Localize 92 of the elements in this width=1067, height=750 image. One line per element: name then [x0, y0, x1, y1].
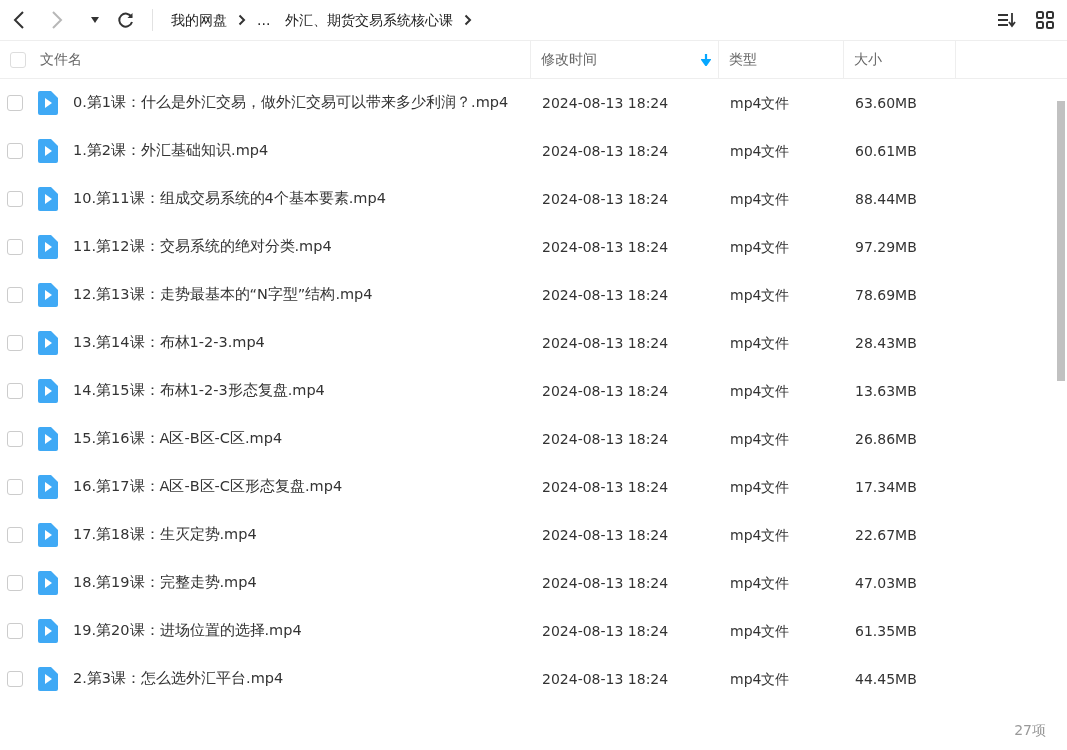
video-file-icon — [38, 187, 58, 211]
video-file-icon — [38, 235, 58, 259]
file-name[interactable]: 12.第13课：走势最基本的“N字型”结构.mp4 — [73, 284, 373, 306]
row-checkbox[interactable] — [7, 95, 23, 111]
row-checkbox[interactable] — [7, 479, 23, 495]
video-file-icon — [38, 619, 58, 643]
file-name[interactable]: 16.第17课：A区-B区-C区形态复盘.mp4 — [73, 476, 343, 498]
caret-down-icon[interactable] — [90, 16, 100, 24]
video-file-icon — [38, 139, 58, 163]
video-file-icon — [38, 331, 58, 355]
modified-time: 2024-08-13 18:24 — [541, 334, 669, 351]
file-type: mp4文件 — [729, 286, 790, 303]
row-checkbox[interactable] — [7, 143, 23, 159]
file-type: mp4文件 — [729, 238, 790, 255]
file-type: mp4文件 — [729, 574, 790, 591]
file-name[interactable]: 19.第20课：进场位置的选择.mp4 — [73, 620, 302, 642]
video-file-icon — [38, 475, 58, 499]
file-name[interactable]: 10.第11课：组成交易系统的4个基本要素.mp4 — [73, 188, 386, 210]
file-name[interactable]: 17.第18课：生灭定势.mp4 — [73, 524, 257, 546]
row-checkbox[interactable] — [7, 527, 23, 543]
row-checkbox[interactable] — [7, 287, 23, 303]
row-checkbox[interactable] — [7, 431, 23, 447]
breadcrumb-item[interactable]: ... — [253, 9, 275, 31]
video-file-icon — [38, 379, 58, 403]
column-header[interactable]: 大小 — [854, 49, 886, 70]
column-header[interactable]: 文件名 — [40, 49, 86, 70]
file-type: mp4文件 — [729, 94, 790, 111]
row-checkbox[interactable] — [7, 623, 23, 639]
file-type: mp4文件 — [729, 622, 790, 639]
file-size: 78.69MB — [854, 286, 917, 303]
modified-time: 2024-08-13 18:24 — [541, 622, 669, 639]
file-type: mp4文件 — [729, 430, 790, 447]
modified-time: 2024-08-13 18:24 — [541, 190, 669, 207]
file-size: 22.67MB — [854, 526, 917, 543]
select-all-checkbox[interactable] — [10, 51, 26, 68]
row-checkbox[interactable] — [7, 335, 23, 351]
row-checkbox[interactable] — [7, 239, 23, 255]
file-size: 88.44MB — [854, 190, 917, 207]
video-file-icon — [38, 667, 58, 691]
file-size: 63.60MB — [854, 94, 917, 111]
video-file-icon — [38, 571, 58, 595]
file-type: mp4文件 — [729, 670, 790, 687]
file-type: mp4文件 — [729, 142, 790, 159]
file-size: 97.29MB — [854, 238, 917, 255]
file-name[interactable]: 11.第12课：交易系统的绝对分类.mp4 — [73, 236, 332, 258]
file-size: 44.45MB — [854, 670, 917, 687]
modified-time: 2024-08-13 18:24 — [541, 382, 669, 399]
refresh-icon[interactable] — [117, 11, 135, 29]
file-name[interactable]: 2.第3课：怎么选外汇平台.mp4 — [73, 668, 284, 690]
modified-time: 2024-08-13 18:24 — [541, 286, 669, 303]
column-header[interactable]: 类型 — [729, 49, 761, 70]
file-type: mp4文件 — [729, 190, 790, 207]
row-checkbox[interactable] — [7, 191, 23, 207]
modified-time: 2024-08-13 18:24 — [541, 94, 669, 111]
modified-time: 2024-08-13 18:24 — [541, 574, 669, 591]
file-type: mp4文件 — [729, 334, 790, 351]
video-file-icon — [38, 91, 58, 115]
file-name[interactable]: 18.第19课：完整走势.mp4 — [73, 572, 257, 594]
modified-time: 2024-08-13 18:24 — [541, 670, 669, 687]
modified-time: 2024-08-13 18:24 — [541, 238, 669, 255]
modified-time: 2024-08-13 18:24 — [541, 478, 669, 495]
chevron-icon — [464, 14, 473, 26]
modified-time: 2024-08-13 18:24 — [541, 526, 669, 543]
chevron-left-icon[interactable] — [12, 10, 26, 30]
column-header[interactable]: 修改时间 — [541, 49, 601, 70]
row-checkbox[interactable] — [7, 671, 23, 687]
file-type: mp4文件 — [729, 526, 790, 543]
file-size: 60.61MB — [854, 142, 917, 159]
file-name[interactable]: 13.第14课：布林1-2-3.mp4 — [73, 332, 265, 354]
video-file-icon — [38, 523, 58, 547]
file-type: mp4文件 — [729, 478, 790, 495]
file-size: 61.35MB — [854, 622, 917, 639]
chevron-icon — [238, 14, 246, 26]
row-checkbox[interactable] — [7, 383, 23, 399]
file-name[interactable]: 14.第15课：布林1-2-3形态复盘.mp4 — [73, 380, 325, 402]
item-count: 27项 — [1014, 720, 1046, 740]
video-file-icon — [38, 283, 58, 307]
file-name[interactable]: 1.第2课：外汇基础知识.mp4 — [73, 140, 269, 162]
row-checkbox[interactable] — [7, 575, 23, 591]
file-name[interactable]: 15.第16课：A区-B区-C区.mp4 — [73, 428, 283, 450]
file-size: 13.63MB — [854, 382, 917, 399]
video-file-icon — [38, 427, 58, 451]
breadcrumb-item[interactable]: 我的网盘 — [167, 9, 231, 31]
file-size: 26.86MB — [854, 430, 917, 447]
file-size: 28.43MB — [854, 334, 917, 351]
file-size: 47.03MB — [854, 574, 917, 591]
modified-time: 2024-08-13 18:24 — [541, 430, 669, 447]
modified-time: 2024-08-13 18:24 — [541, 142, 669, 159]
file-type: mp4文件 — [729, 382, 790, 399]
breadcrumb-item[interactable]: 外汇、期货交易系统核心课 — [281, 9, 458, 31]
file-name[interactable]: 0.第1课：什么是外汇交易，做外汇交易可以带来多少利润？.mp4 — [73, 92, 509, 114]
file-size: 17.34MB — [854, 478, 917, 495]
